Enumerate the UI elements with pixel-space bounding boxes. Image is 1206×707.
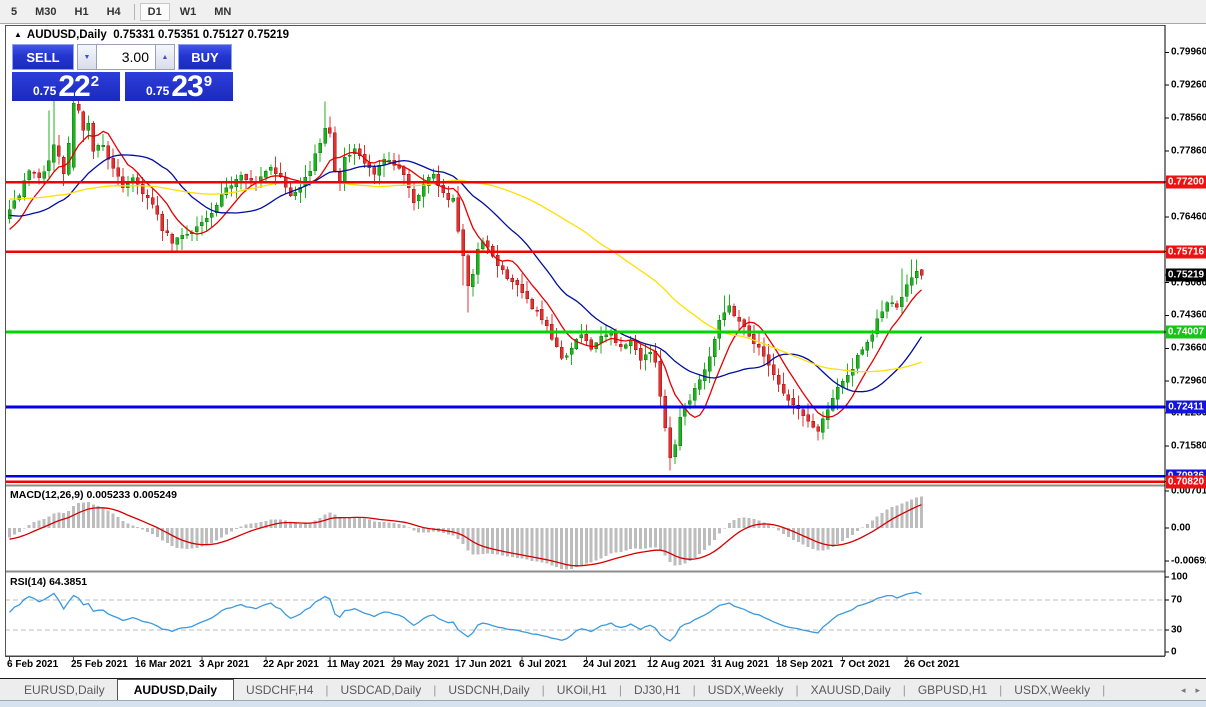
timeframe-button-w1[interactable]: W1 [172,3,205,21]
rsi-tick-label: 0 [1171,646,1177,658]
tabs-scroll-left-icon[interactable]: ◂ [1181,685,1186,696]
chart-tab-audusd-daily[interactable]: AUDUSD,Daily [116,679,235,700]
rsi-tick-label: 30 [1171,624,1183,636]
timeframe-button-5[interactable]: 5 [3,3,25,21]
macd-indicator-label: MACD(12,26,9) 0.005233 0.005249 [10,489,177,501]
bid-price-big: 22 [58,70,90,103]
rsi-tick-label: 100 [1171,571,1188,583]
one-click-trading-panel: SELL ▼ 3.00 ▲ BUY 0.75 22 2 0.75 23 9 [12,44,233,103]
date-tick-label: 3 Apr 2021 [199,659,250,670]
chart-ohlc-values: 0.75331 0.75351 0.75127 0.75219 [113,29,290,41]
price-tick-label: 0.74360 [1171,309,1206,321]
chart-tab-xauusd-daily[interactable]: XAUUSD,Daily [799,679,903,700]
bid-price-prefix: 0.75 [32,84,57,98]
date-tick-label: 25 Feb 2021 [71,659,128,670]
date-tick-label: 16 Mar 2021 [135,659,192,670]
price-chart-canvas[interactable] [5,25,1206,677]
bid-price-display[interactable]: 0.75 22 2 [12,70,120,103]
timeframe-button-mn[interactable]: MN [206,3,239,21]
ask-price-big: 23 [171,70,203,103]
timeframe-button-h1[interactable]: H1 [67,3,97,21]
price-tick-label: 0.78560 [1171,112,1206,124]
tabs-scroll-right-icon[interactable]: ▸ [1195,685,1200,696]
price-level-badge: 0.72411 [1166,400,1206,414]
price-tick-label: 0.79260 [1171,79,1206,91]
timeframe-toolbar: 5 M30 H1 H4 D1 W1 MN [0,0,1206,24]
macd-tick-label: 0.00 [1171,522,1191,534]
chart-window: ▲ AUDUSD,Daily 0.75331 0.75351 0.75127 0.… [0,25,1206,677]
price-tick-label: 0.76460 [1171,211,1206,223]
chart-tab-ukoil-h1[interactable]: UKOil,H1 [545,679,619,700]
chart-symbol-label: AUDUSD,Daily [26,29,107,41]
chart-title: ▲ AUDUSD,Daily 0.75331 0.75351 0.75127 0.… [14,29,289,41]
volume-input[interactable]: 3.00 [97,44,155,70]
macd-tick-label: -0.00692 [1171,555,1206,567]
date-tick-label: 11 May 2021 [327,659,385,670]
status-strip [0,700,1206,707]
rsi-tick-label: 70 [1171,594,1183,606]
date-tick-label: 26 Oct 2021 [904,659,960,670]
metatrader-window: 5 M30 H1 H4 D1 W1 MN ▲ AUDUSD,Daily 0.75331 0.7… [0,0,1206,707]
price-level-badge: 0.70820 [1166,475,1206,489]
ask-price-prefix: 0.75 [145,84,170,98]
date-tick-label: 17 Jun 2021 [455,659,512,670]
volume-decrease-button[interactable]: ▼ [77,44,97,70]
date-tick-label: 29 May 2021 [391,659,450,670]
date-tick-label: 7 Oct 2021 [840,659,891,670]
date-tick-label: 6 Feb 2021 [7,659,59,670]
rsi-indicator-label: RSI(14) 64.3851 [10,576,88,588]
timeframe-button-d1[interactable]: D1 [139,2,170,21]
chart-tab-dj30-h1[interactable]: DJ30,H1 [622,679,693,700]
price-tick-label: 0.73660 [1171,342,1206,354]
chart-tab-gbpusd-h1[interactable]: GBPUSD,H1 [906,679,999,700]
date-tick-label: 31 Aug 2021 [711,659,769,670]
date-tick-label: 24 Jul 2021 [583,659,637,670]
ask-price-pipette: 9 [203,73,213,90]
chart-tab-bar: EURUSD,Daily AUDUSD,Daily USDCHF,H4 | USDCAD… [0,678,1206,700]
buy-button[interactable]: BUY [178,44,232,70]
timeframe-button-h4[interactable]: H4 [99,3,129,21]
ask-price-display[interactable]: 0.75 23 9 [125,70,233,103]
price-level-badge: 0.74007 [1166,325,1206,339]
volume-increase-button[interactable]: ▲ [155,44,175,70]
price-level-badge: 0.75219 [1166,268,1206,282]
price-tick-label: 0.79960 [1171,46,1206,58]
price-tick-label: 0.71580 [1171,440,1206,452]
chart-tab-usdcnh-daily[interactable]: USDCNH,Daily [436,679,541,700]
chart-tab-eurusd-daily[interactable]: EURUSD,Daily [12,679,117,700]
bid-price-pipette: 2 [90,73,100,90]
date-tick-label: 22 Apr 2021 [263,659,319,670]
collapse-triangle-icon[interactable]: ▲ [14,30,22,39]
chart-tab-usdcad-daily[interactable]: USDCAD,Daily [329,679,434,700]
sell-button[interactable]: SELL [12,44,74,70]
date-tick-label: 12 Aug 2021 [647,659,705,670]
chart-tab-usdchf-h4[interactable]: USDCHF,H4 [234,679,325,700]
price-level-badge: 0.75716 [1166,245,1206,259]
tab-separator: | [1102,682,1106,697]
price-tick-label: 0.77860 [1171,145,1206,157]
date-tick-label: 6 Jul 2021 [519,659,567,670]
chart-tab-usdx-weekly[interactable]: USDX,Weekly [696,679,796,700]
price-level-badge: 0.77200 [1166,175,1206,189]
chart-tab-usdx-weekly[interactable]: USDX,Weekly [1002,679,1102,700]
date-tick-label: 18 Sep 2021 [776,659,834,670]
timeframe-button-m30[interactable]: M30 [27,3,64,21]
price-tick-label: 0.72960 [1171,375,1206,387]
